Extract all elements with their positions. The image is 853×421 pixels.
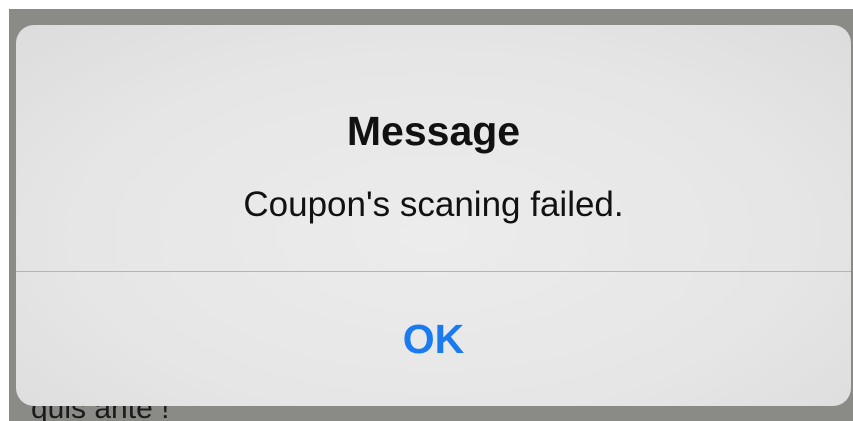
alert-title: Message (346, 108, 521, 154)
ok-button[interactable]: OK (16, 272, 851, 406)
alert-message: Coupon's scaning failed. (243, 185, 624, 224)
app-screen: quis ante ! Message Coupon's scaning fai… (9, 9, 853, 421)
alert-dialog: Message Coupon's scaning failed. OK (16, 25, 851, 406)
